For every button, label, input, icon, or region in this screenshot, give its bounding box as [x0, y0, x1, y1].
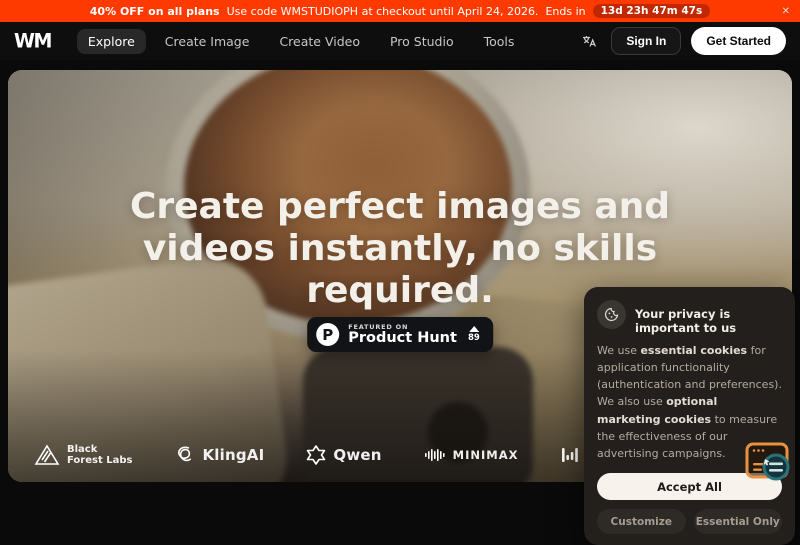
banner-close-icon[interactable]: ✕ [782, 0, 790, 22]
wm-logo[interactable]: WM [14, 29, 51, 52]
product-hunt-icon: P [316, 323, 339, 346]
bfl-line1: Black [67, 444, 132, 455]
promo-banner: 40% OFF on all plans Use code WMSTUDIOPH… [0, 0, 800, 22]
nav-item-create-video[interactable]: Create Video [268, 29, 371, 54]
sign-in-button[interactable]: Sign In [611, 27, 681, 55]
cookie-icon [597, 300, 626, 329]
qwen-label: Qwen [333, 446, 381, 464]
logo-minimax: MINIMAX [424, 448, 519, 462]
nav-item-create-image[interactable]: Create Image [154, 29, 261, 54]
nav-item-pro-studio[interactable]: Pro Studio [379, 29, 465, 54]
product-hunt-badge[interactable]: P FEATURED ON Product Hunt 89 [307, 317, 493, 352]
upvote-triangle-icon [469, 326, 479, 332]
cookie-title: Your privacy is important to us [635, 307, 782, 335]
minimax-icon [424, 448, 446, 462]
bytedance-icon [561, 447, 579, 463]
klingai-icon [174, 444, 195, 465]
cookie-header: Your privacy is important to us [597, 300, 782, 335]
cookie-secondary-row: Customize Essential Only [597, 509, 782, 534]
cookie-bold-1: essential cookies [640, 344, 747, 357]
promo-highlight: 40% OFF on all plans [90, 5, 220, 18]
logo-klingai: KlingAI [174, 444, 264, 465]
top-navbar: WM Explore Create Image Create Video Pro… [0, 22, 800, 60]
countdown-badge: 13d 23h 47m 47s [593, 4, 711, 18]
customize-button[interactable]: Customize [597, 509, 686, 534]
nav-item-explore[interactable]: Explore [77, 29, 146, 54]
klingai-label: KlingAI [202, 446, 264, 464]
partner-logos-row: Black Forest Labs KlingAI Qwen [34, 444, 678, 466]
logo-black-forest-labs: Black Forest Labs [34, 444, 132, 466]
get-started-button[interactable]: Get Started [691, 27, 786, 55]
cookie-consent-dialog: Your privacy is important to us We use e… [584, 287, 795, 545]
language-icon[interactable] [577, 29, 601, 53]
capture-widget-icon[interactable] [745, 441, 791, 487]
nav-item-tools[interactable]: Tools [473, 29, 526, 54]
cookie-text-1: We use [597, 344, 640, 357]
product-hunt-name: Product Hunt [348, 331, 457, 346]
product-hunt-upvote: 89 [468, 326, 480, 343]
logo-qwen: Qwen [306, 445, 381, 465]
bfl-line2: Forest Labs [67, 455, 132, 466]
essential-only-button[interactable]: Essential Only [694, 509, 783, 534]
nav-right-group: Sign In Get Started [577, 27, 786, 55]
nav-menu: Explore Create Image Create Video Pro St… [77, 29, 526, 54]
promo-ends-label: Ends in [545, 5, 585, 18]
black-forest-labs-icon [34, 444, 60, 466]
promo-message: Use code WMSTUDIOPH at checkout until Ap… [227, 5, 539, 18]
qwen-icon [306, 445, 326, 465]
minimax-label: MINIMAX [453, 448, 519, 462]
upvote-count: 89 [468, 333, 480, 343]
